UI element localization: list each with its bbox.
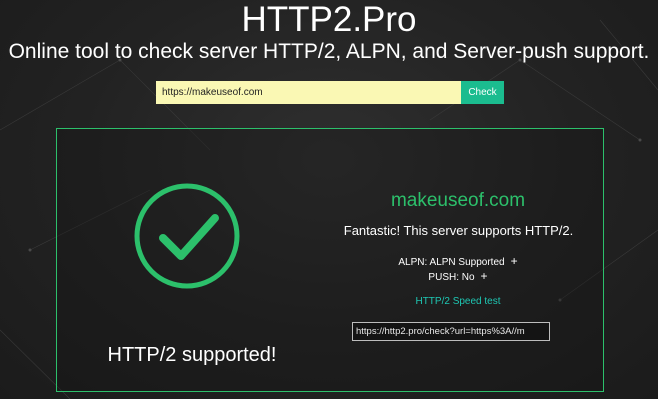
site-title: HTTP2.Pro (241, 0, 417, 39)
alpn-row: ALPN: ALPN Supported + (337, 255, 579, 269)
speed-test-link[interactable]: HTTP/2 Speed test (337, 296, 579, 308)
share-url-field[interactable] (352, 322, 550, 341)
push-row: PUSH: No + (337, 270, 579, 284)
result-message: Fantastic! This server supports HTTP/2. (343, 223, 574, 238)
url-input[interactable] (156, 81, 461, 104)
push-expand-icon[interactable]: + (481, 270, 488, 282)
alpn-expand-icon[interactable]: + (511, 255, 518, 267)
checked-domain: makeuseof.com (390, 190, 526, 211)
alpn-status: ALPN: ALPN Supported (398, 257, 505, 268)
check-circle-icon (134, 183, 240, 289)
url-check-form: Check (156, 81, 504, 104)
status-text: HTTP/2 supported! (107, 344, 277, 366)
check-button[interactable]: Check (461, 81, 504, 104)
push-status: PUSH: No (428, 272, 475, 283)
result-panel: HTTP/2 supported! makeuseof.com Fantasti… (56, 128, 604, 392)
tagline: Online tool to check server HTTP/2, ALPN… (8, 40, 650, 63)
